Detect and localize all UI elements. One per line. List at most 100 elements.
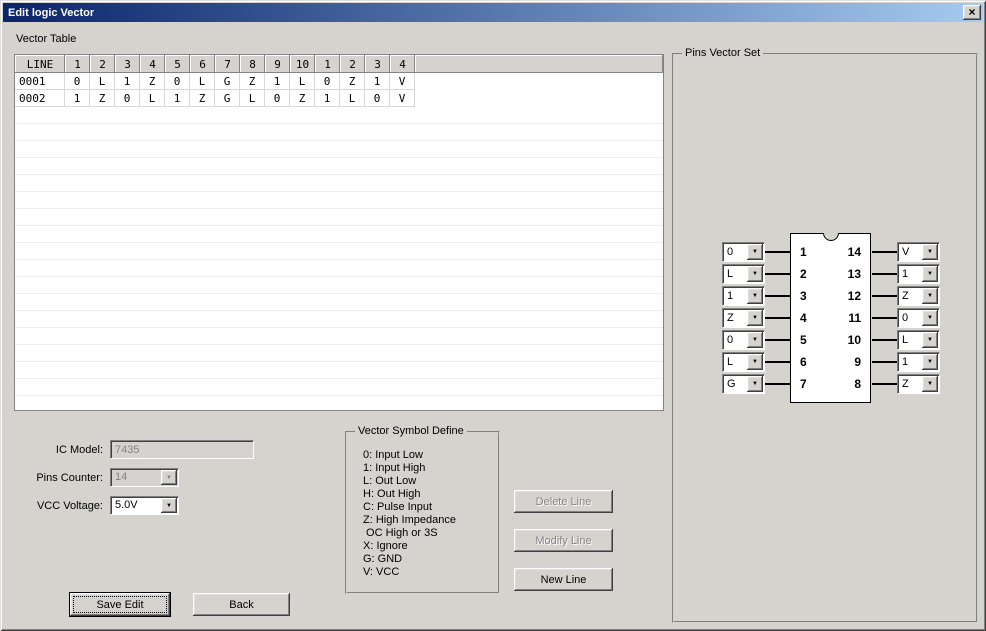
pin-lead <box>872 317 897 319</box>
pin-lead <box>872 339 897 341</box>
vector-table-row-0002[interactable]: 0002 1 Z 0 L 1 Z G L 0 Z 1 L 0 V <box>15 90 663 107</box>
symbol-define-line: 1: Input High <box>363 462 426 474</box>
dropdown-arrow-icon[interactable]: ▼ <box>922 310 938 326</box>
dropdown-arrow-icon[interactable]: ▼ <box>922 288 938 304</box>
vector-table-header-col-12[interactable]: 2 <box>340 55 365 73</box>
dropdown-arrow-icon[interactable]: ▼ <box>922 354 938 370</box>
vector-table-header-col-14[interactable]: 4 <box>390 55 415 73</box>
dropdown-arrow-icon[interactable]: ▼ <box>922 244 938 260</box>
pin-13-vector-select[interactable]: 1 ▼ <box>897 264 940 284</box>
vector-value-cell: 1 <box>365 73 390 90</box>
pin-8-vector-select[interactable]: Z ▼ <box>897 374 940 394</box>
back-button[interactable]: Back <box>193 593 290 616</box>
vector-value-cell: G <box>215 73 240 90</box>
pin-lead <box>872 361 897 363</box>
vector-table-header-col-10[interactable]: 10 <box>290 55 315 73</box>
ic-model-field <box>110 440 254 459</box>
vector-value-cell: 1 <box>115 73 140 90</box>
dropdown-arrow-icon[interactable]: ▼ <box>747 266 763 282</box>
vector-value-cell: L <box>90 73 115 90</box>
pin-lead <box>872 273 897 275</box>
pin-2-vector-select[interactable]: L ▼ <box>722 264 765 284</box>
pin-10-vector-select[interactable]: L ▼ <box>897 330 940 350</box>
pin-6-vector-select[interactable]: L ▼ <box>722 352 765 372</box>
pin-lead <box>765 361 790 363</box>
vector-value-cell: Z <box>90 90 115 107</box>
pin-row-right: V ▼ <box>872 241 940 263</box>
vector-value-cell: Z <box>140 73 165 90</box>
chip-pin-number-3: 3 <box>800 289 807 303</box>
vcc-voltage-select[interactable]: 5.0V ▼ <box>110 496 179 515</box>
pin-lead <box>765 339 790 341</box>
symbol-define-line: X: Ignore <box>363 540 408 552</box>
pin-5-vector-select[interactable]: 0 ▼ <box>722 330 765 350</box>
symbol-define-line: C: Pulse Input <box>363 501 433 513</box>
titlebar: Edit logic Vector × <box>3 3 983 22</box>
vector-table-body: 0001 0 L 1 Z 0 L G Z 1 L 0 Z 1 V 0002 1 Z 0 L 1 Z G L 0 Z 1 L 0 V <box>15 73 663 410</box>
symbol-define-line: H: Out High <box>363 488 421 500</box>
pin-14-vector-select-value: V <box>902 246 910 258</box>
chip-notch-icon <box>822 233 839 241</box>
empty-table-row <box>15 141 663 158</box>
vector-table-header-col-8[interactable]: 8 <box>240 55 265 73</box>
vector-table-header-col-4[interactable]: 4 <box>140 55 165 73</box>
save-edit-button[interactable]: Save Edit <box>70 593 170 616</box>
close-button[interactable]: × <box>963 5 981 20</box>
vector-table-label: Vector Table <box>16 33 77 45</box>
pin-row-left: L ▼ <box>722 263 790 285</box>
vector-table-header-col-5[interactable]: 5 <box>165 55 190 73</box>
vector-table-header-col-6[interactable]: 6 <box>190 55 215 73</box>
empty-table-row <box>15 124 663 141</box>
vector-symbol-define-label: Vector Symbol Define <box>355 425 467 437</box>
dropdown-arrow-icon[interactable]: ▼ <box>747 354 763 370</box>
new-line-button[interactable]: New Line <box>514 568 613 591</box>
vcc-voltage-value: 5.0V <box>115 499 138 511</box>
pin-12-vector-select-value: Z <box>902 290 909 302</box>
pins-counter-select: 14 ▼ <box>110 468 179 487</box>
dropdown-arrow-icon[interactable]: ▼ <box>922 266 938 282</box>
pin-lead <box>872 383 897 385</box>
pin-12-vector-select[interactable]: Z ▼ <box>897 286 940 306</box>
pin-1-vector-select[interactable]: 0 ▼ <box>722 242 765 262</box>
pin-11-vector-select[interactable]: 0 ▼ <box>897 308 940 328</box>
pin-lead <box>765 383 790 385</box>
vector-value-cell: V <box>390 73 415 90</box>
vector-value-cell: L <box>340 90 365 107</box>
dropdown-arrow-icon[interactable]: ▼ <box>747 376 763 392</box>
pin-3-vector-select[interactable]: 1 ▼ <box>722 286 765 306</box>
vector-table: LINE 1 2 3 4 5 6 7 8 9 10 1 2 3 4 0001 0 L 1 Z 0 L G Z 1 L 0 Z 1 V 00… <box>14 54 664 411</box>
dropdown-arrow-icon[interactable]: ▼ <box>747 332 763 348</box>
dropdown-arrow-icon[interactable]: ▼ <box>747 244 763 260</box>
dropdown-arrow-icon[interactable]: ▼ <box>747 310 763 326</box>
dropdown-arrow-icon[interactable]: ▼ <box>922 376 938 392</box>
chip-pin-number-5: 5 <box>800 333 807 347</box>
vector-value-cell: 1 <box>165 90 190 107</box>
vector-table-header-col-1[interactable]: 1 <box>65 55 90 73</box>
vector-table-header-line[interactable]: LINE <box>15 55 65 73</box>
vector-table-header-col-2[interactable]: 2 <box>90 55 115 73</box>
pins-counter-label: Pins Counter: <box>36 472 103 484</box>
dropdown-arrow-icon[interactable]: ▼ <box>161 498 177 513</box>
dropdown-arrow-icon[interactable]: ▼ <box>747 288 763 304</box>
vector-table-header-col-9[interactable]: 9 <box>265 55 290 73</box>
vector-table-row-0001[interactable]: 0001 0 L 1 Z 0 L G Z 1 L 0 Z 1 V <box>15 73 663 90</box>
vector-table-header-col-3[interactable]: 3 <box>115 55 140 73</box>
vector-table-header-col-11[interactable]: 1 <box>315 55 340 73</box>
empty-table-row <box>15 294 663 311</box>
empty-table-row <box>15 209 663 226</box>
pin-14-vector-select[interactable]: V ▼ <box>897 242 940 262</box>
pin-9-vector-select[interactable]: 1 ▼ <box>897 352 940 372</box>
chip-pin-number-2: 2 <box>800 267 807 281</box>
pin-11-vector-select-value: 0 <box>902 312 909 324</box>
vector-table-header-col-13[interactable]: 3 <box>365 55 390 73</box>
dropdown-arrow-icon[interactable]: ▼ <box>922 332 938 348</box>
pin-7-vector-select[interactable]: G ▼ <box>722 374 765 394</box>
chip-pin-number-6: 6 <box>800 355 807 369</box>
pin-4-vector-select-value: Z <box>727 312 734 324</box>
empty-table-row <box>15 192 663 209</box>
vector-table-header-col-7[interactable]: 7 <box>215 55 240 73</box>
empty-table-row <box>15 396 663 410</box>
right-pin-selectors: V ▼ 1 ▼ Z ▼ 0 ▼ L ▼ 1 ▼ Z ▼ <box>872 241 940 395</box>
pin-row-right: L ▼ <box>872 329 940 351</box>
pin-4-vector-select[interactable]: Z ▼ <box>722 308 765 328</box>
